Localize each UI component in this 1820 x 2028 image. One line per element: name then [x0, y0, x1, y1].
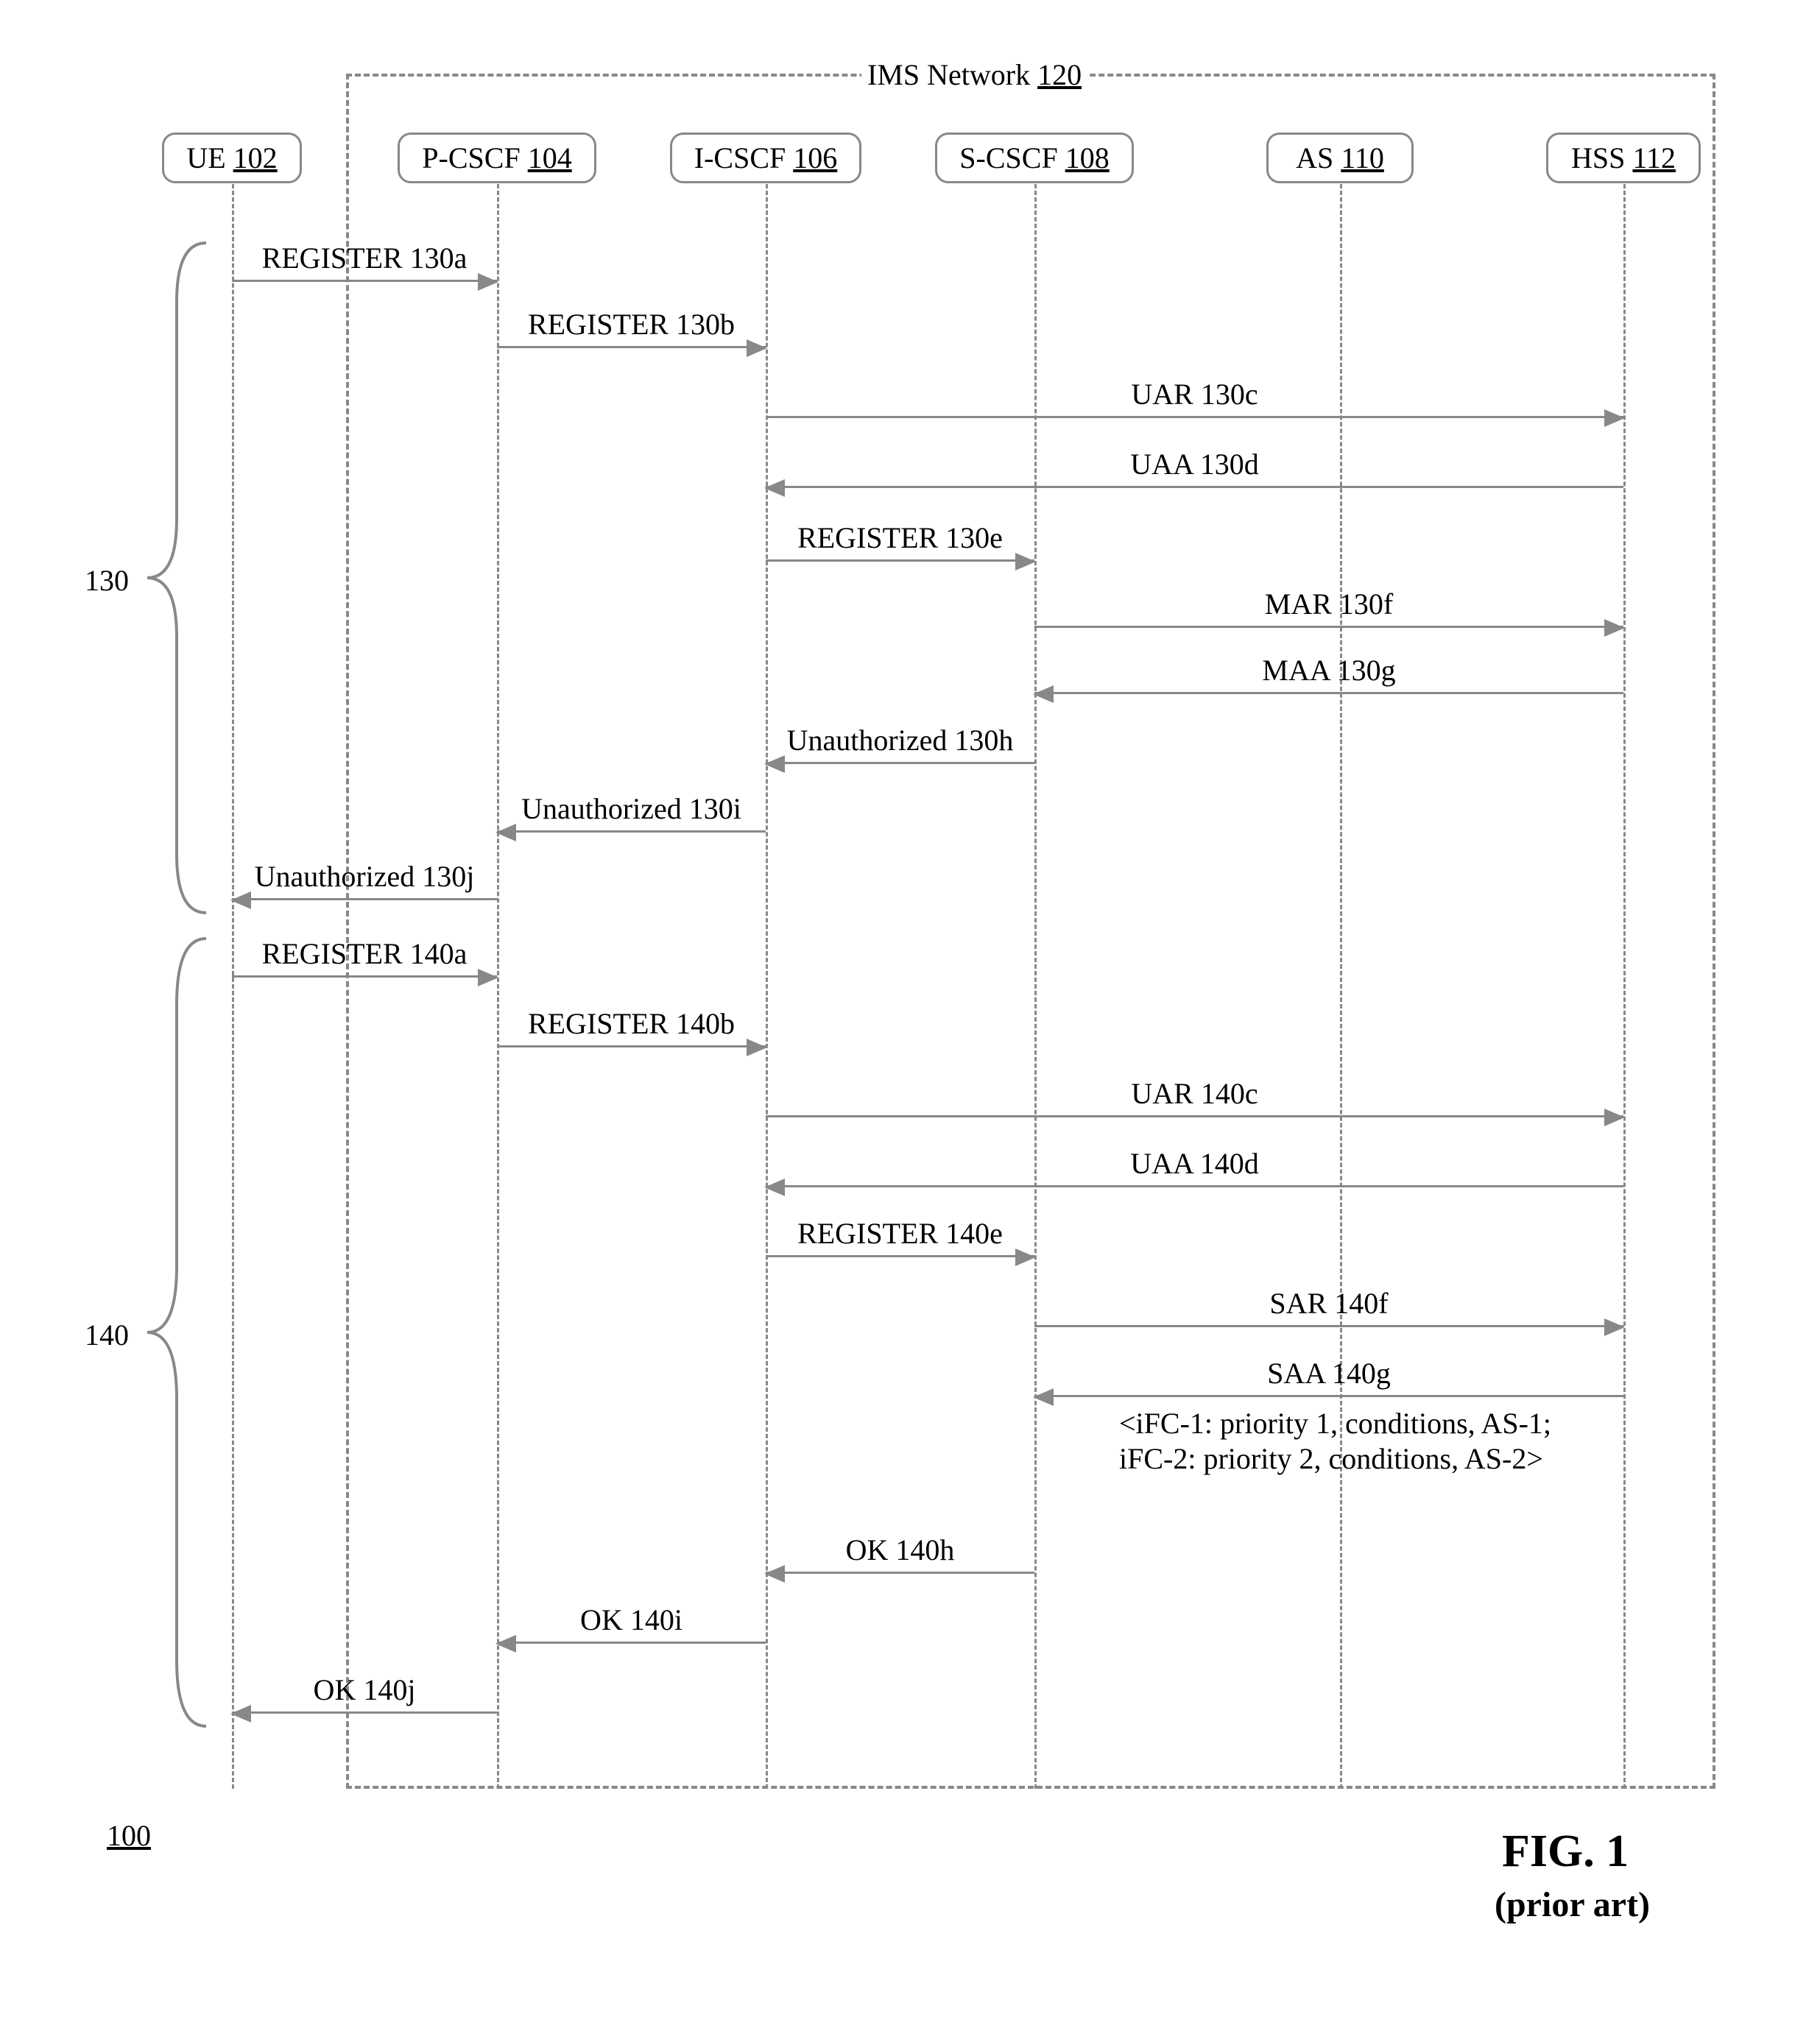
brace-130 — [147, 243, 214, 920]
msg-130b-label: REGISTER 130b — [528, 307, 735, 342]
node-scscf-num: 108 — [1065, 141, 1110, 174]
node-pcscf: P-CSCF 104 — [398, 133, 596, 183]
msg-130e-label: REGISTER 130e — [797, 520, 1003, 555]
ifc-line1: <iFC-1: priority 1, conditions, AS-1; — [1119, 1406, 1551, 1441]
msg-140f-label: SAR 140f — [1269, 1286, 1388, 1321]
node-scscf: S-CSCF 108 — [935, 133, 1134, 183]
msg-140i-label: OK 140i — [580, 1603, 682, 1637]
lifeline-ue — [232, 184, 234, 1789]
msg-130c-label: UAR 130c — [1131, 377, 1258, 411]
brace-130-label: 130 — [85, 563, 129, 598]
node-as: AS 110 — [1266, 133, 1414, 183]
node-ue-num: 102 — [233, 141, 278, 174]
msg-140e-label: REGISTER 140e — [797, 1216, 1003, 1251]
node-ue-label: UE — [186, 141, 225, 174]
msg-130f-label: MAR 130f — [1265, 587, 1393, 621]
figure-title: FIG. 1 — [1502, 1826, 1629, 1878]
ifc-line2: iFC-2: priority 2, conditions, AS-2> — [1119, 1441, 1543, 1476]
figure-subtitle: (prior art) — [1495, 1884, 1650, 1925]
msg-140j-label: OK 140j — [314, 1672, 416, 1707]
ims-network-text: IMS Network — [867, 58, 1030, 91]
lifeline-icscf — [766, 184, 768, 1789]
node-pcscf-label: P-CSCF — [422, 141, 520, 174]
msg-130i-label: Unauthorized 130i — [521, 791, 741, 826]
ref-100: 100 — [107, 1818, 151, 1853]
brace-140-label: 140 — [85, 1318, 129, 1352]
msg-140c-label: UAR 140c — [1131, 1076, 1258, 1111]
node-hss: HSS 112 — [1546, 133, 1701, 183]
msg-130d-label: UAA 130d — [1130, 447, 1258, 481]
node-hss-label: HSS — [1571, 141, 1625, 174]
msg-130h-label: Unauthorized 130h — [787, 723, 1014, 757]
node-hss-num: 112 — [1632, 141, 1676, 174]
lifeline-as — [1340, 184, 1342, 1789]
node-as-num: 110 — [1341, 141, 1384, 174]
msg-140b-label: REGISTER 140b — [528, 1006, 735, 1041]
ims-network-num: 120 — [1037, 58, 1082, 91]
lifeline-pcscf — [497, 184, 499, 1789]
msg-140h-label: OK 140h — [846, 1533, 955, 1567]
brace-140 — [147, 939, 214, 1734]
ims-network-label: IMS Network 120 — [861, 57, 1087, 92]
sequence-diagram: IMS Network 120 UE 102 P-CSCF 104 I-CSCF… — [29, 29, 1791, 1999]
msg-140g-label: SAA 140g — [1267, 1356, 1391, 1391]
node-icscf-num: 106 — [793, 141, 837, 174]
msg-130g-label: MAA 130g — [1262, 653, 1395, 688]
msg-140d-label: UAA 140d — [1130, 1146, 1258, 1181]
node-ue: UE 102 — [162, 133, 302, 183]
node-icscf: I-CSCF 106 — [670, 133, 861, 183]
msg-130j-label: Unauthorized 130j — [255, 859, 475, 894]
lifeline-scscf — [1034, 184, 1037, 1789]
node-as-label: AS — [1296, 141, 1333, 174]
msg-140a-label: REGISTER 140a — [262, 936, 468, 971]
msg-130a-label: REGISTER 130a — [262, 241, 468, 275]
node-icscf-label: I-CSCF — [694, 141, 786, 174]
node-pcscf-num: 104 — [528, 141, 572, 174]
node-scscf-label: S-CSCF — [959, 141, 1057, 174]
